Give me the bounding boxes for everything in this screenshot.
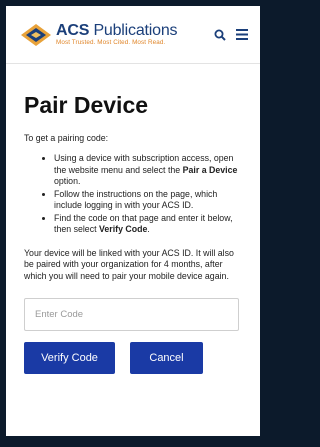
main-content: Pair Device To get a pairing code: Using… [6,64,260,374]
step-bold-text: Pair a Device [182,164,238,175]
step-text-end: option. [54,176,81,186]
app-frame: ACS Publications Most Trusted. Most Cite… [6,6,260,436]
step-text-end: . [147,224,150,234]
acs-logo[interactable]: ACS Publications Most Trusted. Most Cite… [20,21,178,47]
acs-logo-icon [21,23,51,46]
step-bold-text: Verify Code [99,224,148,234]
header-icons [214,29,248,41]
step-item: Find the code on that page and enter it … [54,213,242,236]
code-input[interactable] [24,298,239,331]
step-item: Follow the instructions on the page, whi… [54,189,242,212]
page-title: Pair Device [24,92,149,118]
logo-tagline: Most Trusted. Most Cited. Most Read. [56,38,166,46]
logo-name-bold: ACS [56,21,90,39]
cancel-button[interactable]: Cancel [130,342,203,374]
logo-text: ACS Publications Most Trusted. Most Cite… [56,21,178,46]
site-header: ACS Publications Most Trusted. Most Cite… [6,6,260,64]
intro-text: To get a pairing code: [24,133,109,143]
action-buttons: Verify Code Cancel [24,342,242,374]
step-text: Follow the instructions on the page, whi… [54,188,218,211]
step-item: Using a device with subscription access,… [54,153,242,188]
info-text: Your device will be linked with your ACS… [24,247,234,281]
logo-name: ACS Publications [56,21,178,39]
search-icon[interactable] [214,29,226,41]
verify-code-button[interactable]: Verify Code [24,342,115,374]
steps-list: Using a device with subscription access,… [54,153,242,236]
logo-name-rest: Publications [93,21,178,39]
menu-icon[interactable] [236,29,248,40]
